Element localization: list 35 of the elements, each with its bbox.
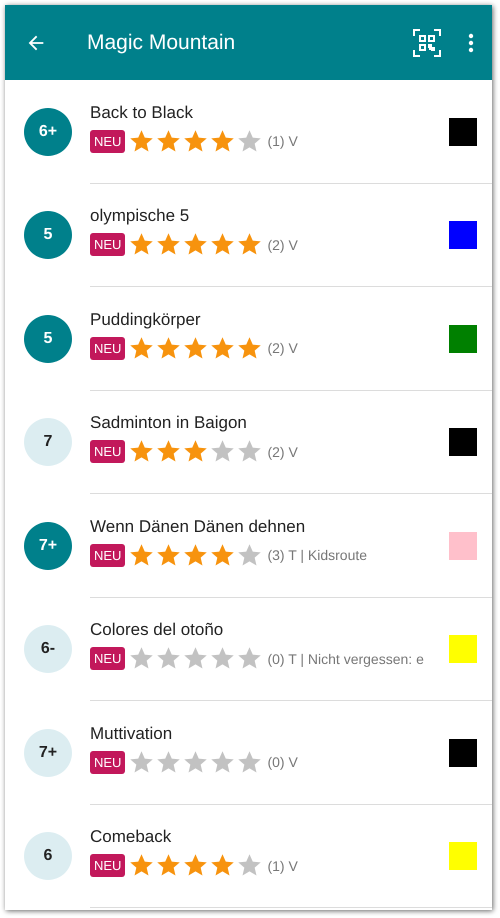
route-name: Muttivation	[90, 724, 172, 744]
route-info: (2) V	[267, 444, 298, 460]
route-info: (2) V	[267, 340, 298, 356]
new-label: NEU	[90, 647, 126, 670]
route-info: (2) V	[267, 236, 298, 253]
grade-badge: 5	[24, 314, 72, 363]
grade-badge: 6+	[24, 108, 72, 156]
route-name: olympische 5	[90, 206, 190, 226]
route-name: Back to Black	[90, 102, 193, 123]
grade-badge: 5	[24, 211, 72, 260]
route-name: Puddingkörper	[90, 310, 201, 330]
route-info: (0) T | Nicht vergessen: e	[267, 650, 424, 667]
route-info: (3) T | Kidsroute	[267, 547, 368, 564]
new-label: NEU	[90, 854, 126, 878]
new-label: NEU	[90, 336, 126, 360]
new-label: NEU	[90, 440, 126, 464]
route-info: (1) V	[267, 133, 298, 150]
route-name: Colores del otoño	[90, 620, 224, 640]
qr-code-button[interactable]	[412, 28, 442, 58]
grade-badge: 6-	[24, 625, 72, 674]
grade-badge: 7+	[24, 522, 72, 570]
new-label: NEU	[90, 130, 126, 153]
route-info: (1) V	[267, 858, 298, 874]
new-label: NEU	[90, 544, 126, 567]
grade-badge: 7+	[24, 728, 72, 777]
route-name: Comeback	[90, 827, 172, 848]
route-info: (0) V	[267, 754, 298, 770]
more-menu-button[interactable]	[468, 32, 474, 52]
grade-badge: 7	[24, 418, 72, 466]
grade-badge: 6	[24, 832, 72, 880]
route-name: Wenn Dänen Dänen dehnen	[90, 516, 306, 537]
new-label: NEU	[90, 750, 126, 774]
screen-title: Magic Mountain	[87, 30, 236, 54]
new-label: NEU	[90, 233, 126, 256]
route-name: Sadminton in Baigon	[90, 413, 247, 434]
